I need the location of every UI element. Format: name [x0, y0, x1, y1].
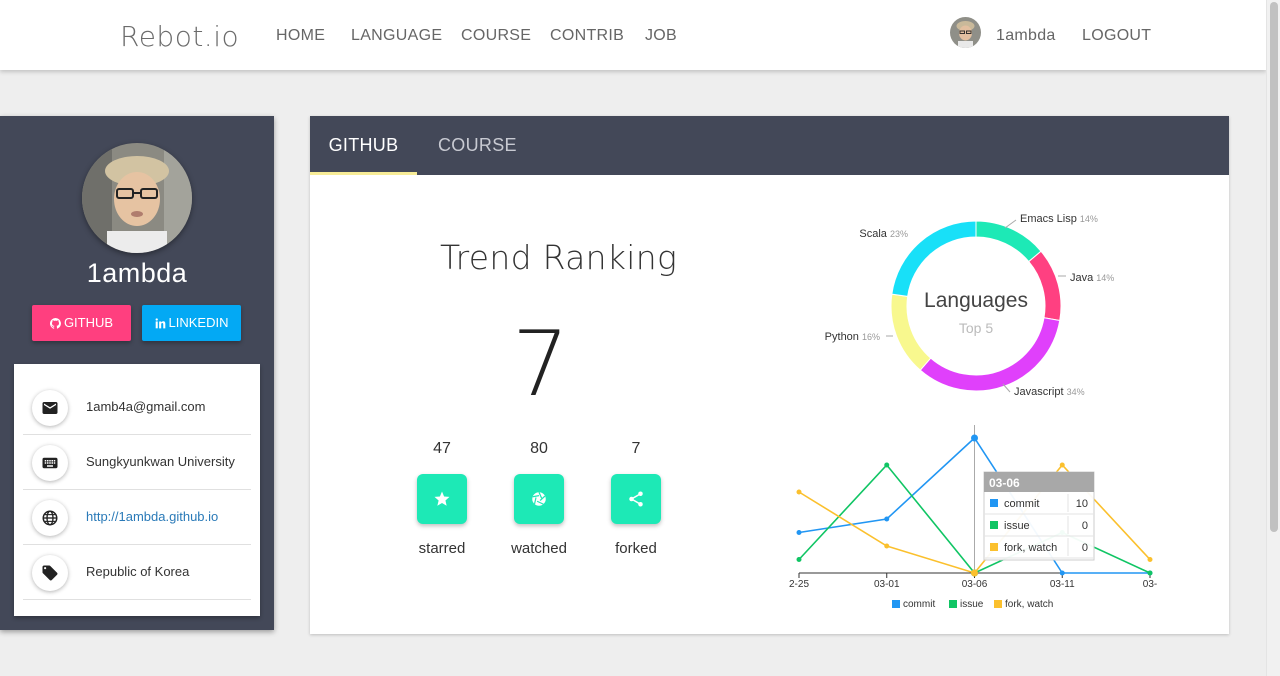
legend-label: fork, watch	[1005, 599, 1053, 610]
top-navbar: Rebot.io HOME LANGUAGE COURSE CONTRIB JO…	[0, 0, 1266, 70]
tooltip-swatch	[990, 499, 998, 507]
legend-label: issue	[960, 599, 984, 610]
tooltip-swatch	[990, 543, 998, 551]
github-button-label: GITHUB	[63, 315, 114, 330]
nav-job[interactable]: JOB	[645, 27, 677, 45]
tag-icon	[32, 555, 68, 591]
pie-title: Languages	[924, 289, 1028, 312]
globe-icon	[32, 500, 68, 536]
website-link[interactable]: http://1ambda.github.io	[86, 509, 218, 524]
github-button[interactable]: GITHUB	[32, 305, 131, 341]
nav-language[interactable]: LANGUAGE	[351, 27, 442, 45]
profile-sidebar: 1ambda GITHUB LINKEDIN 1amb4a@gmail.com …	[0, 116, 274, 630]
legend-swatch	[892, 600, 900, 608]
legend-label: commit	[903, 599, 935, 610]
info-row-school: Sungkyunkwan University	[23, 435, 251, 490]
linkedin-button[interactable]: LINKEDIN	[142, 305, 241, 341]
email-icon	[32, 390, 68, 426]
pie-slice-emacs-lisp	[975, 220, 1042, 263]
tooltip-row-name: issue	[1004, 520, 1030, 532]
pie-label: Javascript 34%	[1014, 386, 1085, 398]
profile-avatar	[82, 143, 192, 253]
nav-contrib[interactable]: CONTRIB	[550, 27, 624, 45]
data-point	[796, 557, 802, 562]
legend-swatch	[949, 600, 957, 608]
x-tick-label: 03-06	[962, 579, 988, 590]
country-text: Republic of Korea	[86, 564, 190, 579]
school-text: Sungkyunkwan University	[86, 454, 235, 469]
x-tick-label: 2-25	[789, 579, 809, 590]
tooltip-title: 03-06	[989, 476, 1020, 490]
x-tick-label: 03-01	[874, 579, 900, 590]
data-point	[796, 489, 802, 495]
data-point	[884, 516, 890, 522]
tooltip-swatch	[990, 521, 998, 529]
linkedin-button-label: LINKEDIN	[168, 315, 229, 330]
data-point	[884, 462, 890, 468]
keyboard-icon	[32, 445, 68, 481]
data-point	[971, 434, 978, 442]
data-point	[796, 530, 802, 535]
email-text: 1amb4a@gmail.com	[86, 399, 206, 414]
data-point	[884, 543, 890, 549]
data-point	[1059, 570, 1065, 576]
profile-info-card: 1amb4a@gmail.com Sungkyunkwan University…	[14, 364, 260, 616]
info-row-country: Republic of Korea	[23, 545, 251, 600]
tooltip-row-value: 10	[1076, 498, 1088, 510]
x-tick-label: 03-	[1143, 579, 1157, 590]
github-icon	[49, 318, 61, 329]
data-point	[971, 569, 978, 577]
logout-link[interactable]: LOGOUT	[1082, 27, 1151, 45]
data-point	[1147, 557, 1153, 562]
pie-label: Java 14%	[1070, 272, 1114, 284]
data-point	[1059, 462, 1065, 468]
linkedin-icon	[155, 318, 165, 329]
x-tick-label: 03-11	[1050, 579, 1075, 590]
info-row-email: 1amb4a@gmail.com	[23, 380, 251, 435]
data-point	[1147, 570, 1153, 576]
page-scrollbar[interactable]	[1266, 0, 1280, 676]
profile-name: 1ambda	[86, 258, 188, 288]
tooltip-row-value: 0	[1082, 520, 1088, 532]
scrollbar-thumb[interactable]	[1270, 2, 1278, 532]
chart-tooltip: 03-06 commit 10 issue 0 fork, watch 0	[983, 471, 1095, 561]
pie-label: Emacs Lisp 14%	[1020, 213, 1098, 225]
pie-slice-java	[1028, 250, 1062, 322]
user-avatar[interactable]	[950, 17, 981, 48]
nav-course[interactable]: COURSE	[461, 27, 531, 45]
legend-swatch	[994, 600, 1002, 608]
pie-label: Scala 23%	[859, 228, 908, 240]
charts-area: Emacs Lisp 14% Java 14% Javascript 34% Pyth…	[789, 213, 1157, 610]
nav-username[interactable]: 1ambda	[996, 27, 1056, 45]
tooltip-row-name: commit	[1004, 498, 1039, 510]
nav-home[interactable]: HOME	[276, 27, 325, 45]
tooltip-row-name: fork, watch	[1004, 542, 1057, 554]
brand-logo[interactable]: Rebot.io	[120, 20, 239, 53]
pie-subtitle: Top 5	[959, 320, 993, 336]
tooltip-row-value: 0	[1082, 542, 1088, 554]
info-row-website: http://1ambda.github.io	[23, 490, 251, 545]
pie-label-leader	[1004, 219, 1017, 229]
pie-label: Python 16%	[825, 331, 880, 343]
main-card: GITHUB COURSE Trend Ranking 7 47 starred…	[310, 116, 1229, 634]
